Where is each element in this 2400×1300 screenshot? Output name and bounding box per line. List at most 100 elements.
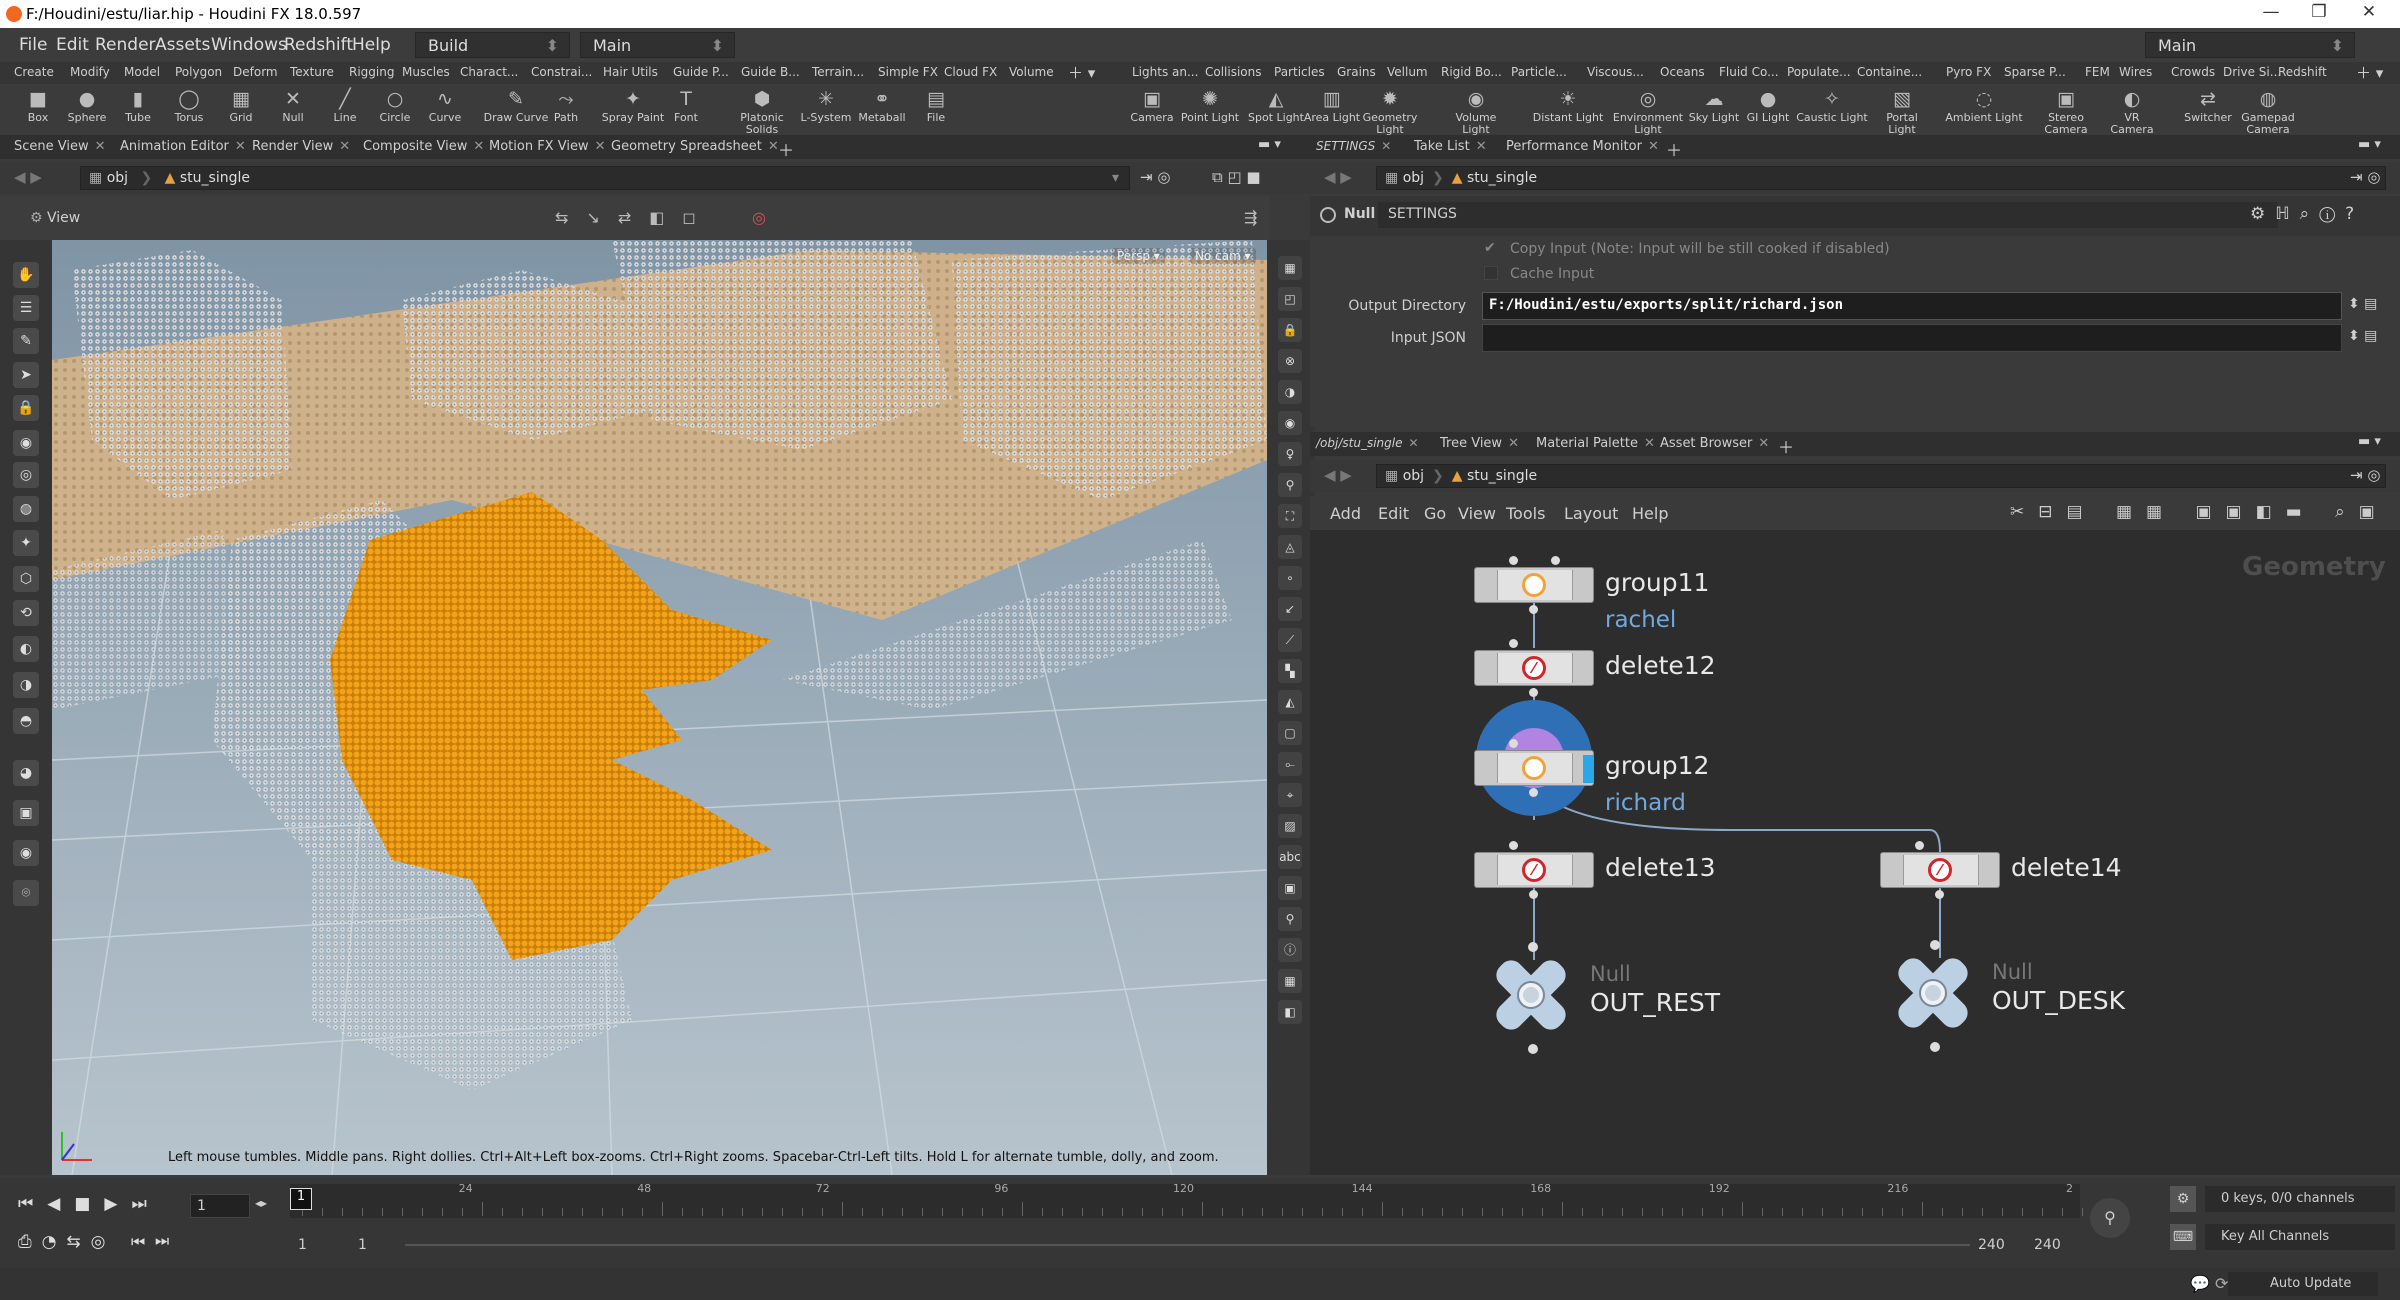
close-tab-icon[interactable]: ✕	[95, 139, 106, 154]
shelf-tab[interactable]: Oceans	[1660, 65, 1705, 79]
end2-frame-field[interactable]: 240	[2028, 1234, 2088, 1258]
right-tool-11-icon[interactable]: ↙	[1278, 597, 1302, 621]
close-tab-icon[interactable]: ✕	[473, 139, 484, 154]
close-tab-icon[interactable]: ✕	[1408, 436, 1418, 450]
shelf-tab[interactable]: Rigging	[349, 65, 394, 79]
right-tool-6-icon[interactable]: ♀	[1278, 442, 1302, 466]
right-tool-17-icon[interactable]: ⌖	[1278, 783, 1302, 807]
viewport-display-tools[interactable]: ⇆↘⇄◧◻	[555, 208, 714, 227]
right-tool-1-icon[interactable]: ◰	[1278, 287, 1302, 311]
desktop-main-dropdown[interactable]: Main ⬍	[580, 32, 735, 58]
left-tool-14-icon[interactable]: ◕	[13, 760, 39, 786]
camera-dropdown[interactable]: No cam ▾	[1190, 248, 1256, 264]
output-dot[interactable]	[1529, 788, 1538, 797]
tool-file[interactable]: ▤ File	[910, 84, 962, 134]
tool-font[interactable]: T Font	[660, 84, 712, 134]
close-tab-icon[interactable]: ✕	[1758, 436, 1769, 451]
tool-l-system[interactable]: ✳ L-System	[800, 84, 852, 134]
right-tool-21-icon[interactable]: ⚲	[1278, 907, 1302, 931]
left-tool-6-icon[interactable]: ◎	[13, 462, 39, 488]
right-tool-20-icon[interactable]: ▣	[1278, 876, 1302, 900]
param-header-icons[interactable]: ⚙ℍ⌕ⓘ?	[2250, 204, 2364, 224]
node-name-field[interactable]: SETTINGS	[1378, 202, 2278, 228]
back-forward-icon[interactable]: ◀ ▶	[1324, 168, 1352, 186]
input-dot[interactable]	[1551, 556, 1560, 565]
shelf-tab[interactable]: Populate...	[1787, 65, 1851, 79]
tool-vr-camera[interactable]: ◐ VR Camera	[2102, 84, 2162, 136]
output-dot[interactable]	[1528, 1044, 1538, 1054]
minimize-icon[interactable]: —	[2248, 2, 2294, 22]
tab-tree-view[interactable]: Tree View ✕	[1440, 436, 1519, 451]
shelf-tab[interactable]: Collisions	[1205, 65, 1262, 79]
shelf-tab[interactable]: Terrain...	[812, 65, 864, 79]
left-tool-4-icon[interactable]: 🔒	[13, 395, 39, 421]
shelf-tab[interactable]: Particle...	[1511, 65, 1567, 79]
left-tool-2-icon[interactable]: ✎	[13, 328, 39, 354]
tool-torus[interactable]: ◯ Torus	[163, 84, 215, 134]
tool-metaball[interactable]: ⚭ Metaball	[856, 84, 908, 134]
input-dot[interactable]	[1509, 841, 1518, 850]
shelf-tab[interactable]: FEM	[2085, 65, 2110, 79]
tool-box[interactable]: ■ Box	[12, 84, 64, 134]
right-tool-14-icon[interactable]: ◭	[1278, 690, 1302, 714]
left-tool-5-icon[interactable]: ◉	[13, 430, 39, 456]
shelf-tab[interactable]: Lights an...	[1132, 65, 1198, 79]
shelf-tab[interactable]: Guide B...	[741, 65, 800, 79]
right-tool-12-icon[interactable]: ⟋	[1278, 628, 1302, 652]
tab-take-list[interactable]: Take List ✕	[1414, 139, 1487, 154]
left-tool-17-icon[interactable]: ⌾	[13, 880, 39, 906]
shelf-tab[interactable]: Polygon	[175, 65, 222, 79]
network-menu-layout[interactable]: Layout	[1564, 504, 1618, 523]
menu-windows[interactable]: Windows	[211, 35, 287, 55]
auto-update-button[interactable]: Auto Update	[2228, 1272, 2378, 1296]
tool-area-light[interactable]: ▥ Area Light	[1302, 84, 1362, 134]
tool-circle[interactable]: ○ Circle	[369, 84, 421, 134]
close-icon[interactable]: ✕	[2346, 2, 2392, 22]
right-tool-4-icon[interactable]: ◑	[1278, 380, 1302, 404]
playhead[interactable]: 1	[290, 1188, 312, 1210]
shelf-tab[interactable]: Vellum	[1387, 65, 1428, 79]
left-path-field[interactable]: ▦ obj ❯ ▲ stu_single ▾	[80, 166, 1130, 190]
key-all-channels-button[interactable]: Key All Channels	[2205, 1224, 2395, 1250]
tool-stereo-camera[interactable]: ▣ Stereo Camera	[2036, 84, 2096, 136]
network-menu-view[interactable]: View	[1458, 504, 1496, 523]
shelf-tab[interactable]: Grains	[1337, 65, 1376, 79]
output-dir-menu-icon[interactable]: ⬍ ▤	[2348, 296, 2377, 312]
output-dot[interactable]	[1930, 1042, 1940, 1052]
cache-input-checkbox[interactable]	[1484, 266, 1498, 280]
left-tool-1-icon[interactable]: ☰	[13, 295, 39, 321]
left-tool-15-icon[interactable]: ▣	[13, 800, 39, 826]
shelf-tab[interactable]: Deform	[233, 65, 278, 79]
tool-grid[interactable]: ▦ Grid	[215, 84, 267, 134]
network-menu-go[interactable]: Go	[1424, 504, 1446, 523]
close-tab-icon[interactable]: ✕	[1476, 139, 1487, 154]
menu-file[interactable]: File	[19, 35, 47, 55]
shelf-tab[interactable]: Charact...	[460, 65, 518, 79]
pane-menu-icon[interactable]: ▬ ▾	[1258, 137, 1281, 152]
step-icon[interactable]: ◂▸	[255, 1196, 267, 1210]
close-tab-icon[interactable]: ✕	[339, 139, 350, 154]
network-menu-help[interactable]: Help	[1632, 504, 1668, 523]
output-dot[interactable]	[1529, 605, 1538, 614]
key-tool-icon[interactable]: ⚲	[2090, 1198, 2130, 1238]
tool-distant-light[interactable]: ☀ Distant Light	[1528, 84, 1608, 134]
input-dot[interactable]	[1930, 940, 1940, 950]
network-editor[interactable]: Geometry group11 rachel ⁄ delete12 group12 ri…	[1310, 530, 2400, 1175]
input-dot[interactable]	[1915, 841, 1924, 850]
display-flag[interactable]	[1583, 755, 1593, 783]
node-out_rest[interactable]	[1486, 950, 1576, 1040]
shelf-tab[interactable]: Sparse P...	[2004, 65, 2066, 79]
pin-icon[interactable]: ⇥ ◎	[1140, 168, 1170, 186]
link-icon[interactable]: ⧉ ◰ ■	[1212, 168, 1261, 186]
shelf-tab[interactable]: Create	[14, 65, 54, 79]
shelf-tab[interactable]: Fluid Co...	[1719, 65, 1779, 79]
tab-composite-view[interactable]: Composite View ✕	[363, 139, 484, 154]
viewport-canvas[interactable]	[52, 240, 1267, 1175]
shelf-tab[interactable]: Redshift	[2278, 65, 2327, 79]
tab-material-palette[interactable]: Material Palette ✕	[1536, 436, 1655, 451]
tool-curve[interactable]: ∿ Curve	[419, 84, 471, 134]
end-frame-field[interactable]: 240	[1972, 1234, 2032, 1258]
right-tool-10-icon[interactable]: ∘	[1278, 566, 1302, 590]
add-tab-icon[interactable]: ＋	[1666, 137, 1682, 161]
back-forward-icon[interactable]: ◀ ▶	[1324, 466, 1352, 484]
